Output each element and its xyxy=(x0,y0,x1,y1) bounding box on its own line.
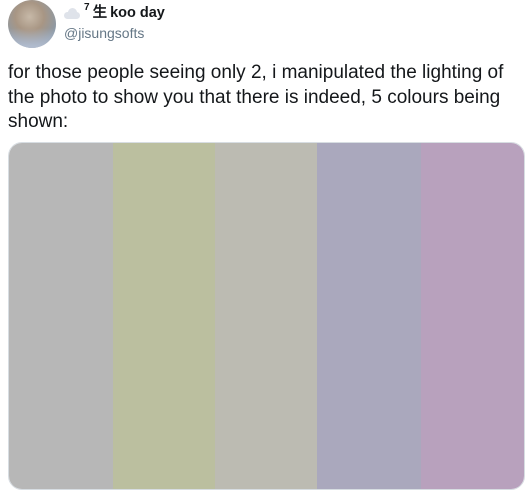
color-swatch-4 xyxy=(317,143,421,489)
color-swatch-2 xyxy=(113,143,215,489)
color-swatch-5 xyxy=(421,143,524,489)
display-name: koo day xyxy=(110,5,165,21)
name-prefix-char: 生 xyxy=(92,5,108,21)
name-superscript: 7 xyxy=(84,2,90,13)
color-swatch-1 xyxy=(9,143,113,489)
avatar-shade xyxy=(8,28,56,48)
tweet-media[interactable] xyxy=(8,142,525,490)
tweet-text: for those people seeing only 2, i manipu… xyxy=(8,62,504,132)
tweet-header: 7 生 koo day @jisungsofts xyxy=(64,2,165,42)
color-swatch-3 xyxy=(215,143,317,489)
avatar[interactable] xyxy=(8,0,56,48)
display-name-row[interactable]: 7 生 koo day xyxy=(64,2,165,23)
user-handle[interactable]: @jisungsofts xyxy=(64,24,165,42)
tweet: 7 生 koo day @jisungsofts for those peopl… xyxy=(0,0,532,495)
cloud-icon xyxy=(64,7,80,19)
